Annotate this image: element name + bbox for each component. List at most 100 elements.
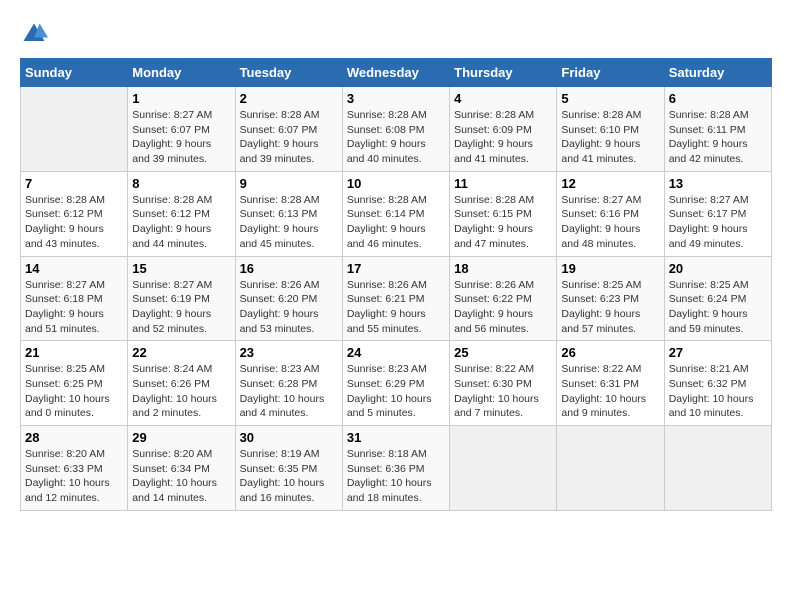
calendar-week-5: 28 Sunrise: 8:20 AMSunset: 6:33 PMDayligh… bbox=[21, 426, 772, 511]
day-info: Sunrise: 8:28 AMSunset: 6:12 PMDaylight:… bbox=[132, 193, 230, 252]
column-header-wednesday: Wednesday bbox=[342, 59, 449, 87]
day-info: Sunrise: 8:23 AMSunset: 6:28 PMDaylight:… bbox=[240, 362, 338, 421]
day-number: 28 bbox=[25, 430, 123, 445]
day-info: Sunrise: 8:27 AMSunset: 6:19 PMDaylight:… bbox=[132, 278, 230, 337]
day-info: Sunrise: 8:28 AMSunset: 6:15 PMDaylight:… bbox=[454, 193, 552, 252]
day-number: 11 bbox=[454, 176, 552, 191]
day-number: 16 bbox=[240, 261, 338, 276]
day-info: Sunrise: 8:26 AMSunset: 6:20 PMDaylight:… bbox=[240, 278, 338, 337]
calendar-cell: 15Sunrise: 8:27 AMSunset: 6:19 PMDayligh… bbox=[128, 256, 235, 341]
calendar-cell bbox=[557, 426, 664, 511]
logo-icon bbox=[20, 20, 48, 48]
calendar-cell: 6 Sunrise: 8:28 AMSunset: 6:11 PMDaylight… bbox=[664, 87, 771, 172]
day-number: 31 bbox=[347, 430, 445, 445]
day-number: 3 bbox=[347, 91, 445, 106]
day-info: Sunrise: 8:25 AMSunset: 6:25 PMDaylight:… bbox=[25, 362, 123, 421]
day-info: Sunrise: 8:28 AMSunset: 6:10 PMDaylight:… bbox=[561, 108, 659, 167]
calendar-table: SundayMondayTuesdayWednesdayThursdayFrid… bbox=[20, 58, 772, 511]
day-info: Sunrise: 8:28 AMSunset: 6:08 PMDaylight:… bbox=[347, 108, 445, 167]
calendar-cell: 24 Sunrise: 8:23 AMSunset: 6:29 PMDayligh… bbox=[342, 341, 449, 426]
day-number: 17 bbox=[347, 261, 445, 276]
calendar-cell: 31 Sunrise: 8:18 AMSunset: 6:36 PMDayligh… bbox=[342, 426, 449, 511]
calendar-cell: 16 Sunrise: 8:26 AMSunset: 6:20 PMDayligh… bbox=[235, 256, 342, 341]
day-info: Sunrise: 8:27 AMSunset: 6:18 PMDaylight:… bbox=[25, 278, 123, 337]
day-number: 12 bbox=[561, 176, 659, 191]
day-info: Sunrise: 8:18 AMSunset: 6:36 PMDaylight:… bbox=[347, 447, 445, 506]
calendar-cell: 27Sunrise: 8:21 AMSunset: 6:32 PMDayligh… bbox=[664, 341, 771, 426]
day-number: 10 bbox=[347, 176, 445, 191]
day-info: Sunrise: 8:25 AMSunset: 6:24 PMDaylight:… bbox=[669, 278, 767, 337]
day-number: 19 bbox=[561, 261, 659, 276]
calendar-cell: 9 Sunrise: 8:28 AMSunset: 6:13 PMDaylight… bbox=[235, 171, 342, 256]
calendar-cell: 8Sunrise: 8:28 AMSunset: 6:12 PMDaylight… bbox=[128, 171, 235, 256]
calendar-cell: 10Sunrise: 8:28 AMSunset: 6:14 PMDayligh… bbox=[342, 171, 449, 256]
calendar-cell: 2 Sunrise: 8:28 AMSunset: 6:07 PMDaylight… bbox=[235, 87, 342, 172]
day-number: 18 bbox=[454, 261, 552, 276]
calendar-cell: 26 Sunrise: 8:22 AMSunset: 6:31 PMDayligh… bbox=[557, 341, 664, 426]
day-number: 29 bbox=[132, 430, 230, 445]
day-info: Sunrise: 8:27 AMSunset: 6:07 PMDaylight:… bbox=[132, 108, 230, 167]
day-info: Sunrise: 8:23 AMSunset: 6:29 PMDaylight:… bbox=[347, 362, 445, 421]
day-info: Sunrise: 8:28 AMSunset: 6:07 PMDaylight:… bbox=[240, 108, 338, 167]
day-number: 23 bbox=[240, 345, 338, 360]
calendar-cell: 12 Sunrise: 8:27 AMSunset: 6:16 PMDayligh… bbox=[557, 171, 664, 256]
day-info: Sunrise: 8:22 AMSunset: 6:31 PMDaylight:… bbox=[561, 362, 659, 421]
calendar-cell: 20Sunrise: 8:25 AMSunset: 6:24 PMDayligh… bbox=[664, 256, 771, 341]
day-info: Sunrise: 8:28 AMSunset: 6:11 PMDaylight:… bbox=[669, 108, 767, 167]
day-info: Sunrise: 8:24 AMSunset: 6:26 PMDaylight:… bbox=[132, 362, 230, 421]
calendar-cell bbox=[664, 426, 771, 511]
column-header-friday: Friday bbox=[557, 59, 664, 87]
calendar-header-row: SundayMondayTuesdayWednesdayThursdayFrid… bbox=[21, 59, 772, 87]
day-number: 9 bbox=[240, 176, 338, 191]
calendar-cell: 17 Sunrise: 8:26 AMSunset: 6:21 PMDayligh… bbox=[342, 256, 449, 341]
day-number: 26 bbox=[561, 345, 659, 360]
calendar-cell: 25 Sunrise: 8:22 AMSunset: 6:30 PMDayligh… bbox=[450, 341, 557, 426]
day-number: 14 bbox=[25, 261, 123, 276]
day-info: Sunrise: 8:26 AMSunset: 6:22 PMDaylight:… bbox=[454, 278, 552, 337]
column-header-tuesday: Tuesday bbox=[235, 59, 342, 87]
day-info: Sunrise: 8:28 AMSunset: 6:12 PMDaylight:… bbox=[25, 193, 123, 252]
calendar-cell: 14 Sunrise: 8:27 AMSunset: 6:18 PMDayligh… bbox=[21, 256, 128, 341]
day-number: 6 bbox=[669, 91, 767, 106]
day-info: Sunrise: 8:28 AMSunset: 6:13 PMDaylight:… bbox=[240, 193, 338, 252]
calendar-cell: 22Sunrise: 8:24 AMSunset: 6:26 PMDayligh… bbox=[128, 341, 235, 426]
calendar-cell: 3 Sunrise: 8:28 AMSunset: 6:08 PMDaylight… bbox=[342, 87, 449, 172]
column-header-thursday: Thursday bbox=[450, 59, 557, 87]
calendar-week-3: 14 Sunrise: 8:27 AMSunset: 6:18 PMDayligh… bbox=[21, 256, 772, 341]
day-number: 25 bbox=[454, 345, 552, 360]
day-number: 30 bbox=[240, 430, 338, 445]
day-info: Sunrise: 8:27 AMSunset: 6:17 PMDaylight:… bbox=[669, 193, 767, 252]
day-info: Sunrise: 8:26 AMSunset: 6:21 PMDaylight:… bbox=[347, 278, 445, 337]
day-number: 4 bbox=[454, 91, 552, 106]
day-number: 13 bbox=[669, 176, 767, 191]
column-header-saturday: Saturday bbox=[664, 59, 771, 87]
column-header-monday: Monday bbox=[128, 59, 235, 87]
day-info: Sunrise: 8:21 AMSunset: 6:32 PMDaylight:… bbox=[669, 362, 767, 421]
day-info: Sunrise: 8:19 AMSunset: 6:35 PMDaylight:… bbox=[240, 447, 338, 506]
calendar-cell bbox=[450, 426, 557, 511]
calendar-cell: 7Sunrise: 8:28 AMSunset: 6:12 PMDaylight… bbox=[21, 171, 128, 256]
calendar-cell: 28 Sunrise: 8:20 AMSunset: 6:33 PMDayligh… bbox=[21, 426, 128, 511]
day-info: Sunrise: 8:27 AMSunset: 6:16 PMDaylight:… bbox=[561, 193, 659, 252]
day-number: 2 bbox=[240, 91, 338, 106]
calendar-cell: 4 Sunrise: 8:28 AMSunset: 6:09 PMDaylight… bbox=[450, 87, 557, 172]
column-header-sunday: Sunday bbox=[21, 59, 128, 87]
day-number: 21 bbox=[25, 345, 123, 360]
calendar-cell: 21 Sunrise: 8:25 AMSunset: 6:25 PMDayligh… bbox=[21, 341, 128, 426]
calendar-cell bbox=[21, 87, 128, 172]
day-number: 5 bbox=[561, 91, 659, 106]
day-info: Sunrise: 8:20 AMSunset: 6:34 PMDaylight:… bbox=[132, 447, 230, 506]
calendar-cell: 11 Sunrise: 8:28 AMSunset: 6:15 PMDayligh… bbox=[450, 171, 557, 256]
calendar-week-1: 1 Sunrise: 8:27 AMSunset: 6:07 PMDaylight… bbox=[21, 87, 772, 172]
day-info: Sunrise: 8:28 AMSunset: 6:09 PMDaylight:… bbox=[454, 108, 552, 167]
day-number: 1 bbox=[132, 91, 230, 106]
calendar-cell: 13 Sunrise: 8:27 AMSunset: 6:17 PMDayligh… bbox=[664, 171, 771, 256]
calendar-cell: 23 Sunrise: 8:23 AMSunset: 6:28 PMDayligh… bbox=[235, 341, 342, 426]
day-info: Sunrise: 8:20 AMSunset: 6:33 PMDaylight:… bbox=[25, 447, 123, 506]
calendar-week-4: 21 Sunrise: 8:25 AMSunset: 6:25 PMDayligh… bbox=[21, 341, 772, 426]
day-number: 24 bbox=[347, 345, 445, 360]
day-info: Sunrise: 8:22 AMSunset: 6:30 PMDaylight:… bbox=[454, 362, 552, 421]
calendar-cell: 18 Sunrise: 8:26 AMSunset: 6:22 PMDayligh… bbox=[450, 256, 557, 341]
calendar-cell: 19Sunrise: 8:25 AMSunset: 6:23 PMDayligh… bbox=[557, 256, 664, 341]
calendar-cell: 29 Sunrise: 8:20 AMSunset: 6:34 PMDayligh… bbox=[128, 426, 235, 511]
